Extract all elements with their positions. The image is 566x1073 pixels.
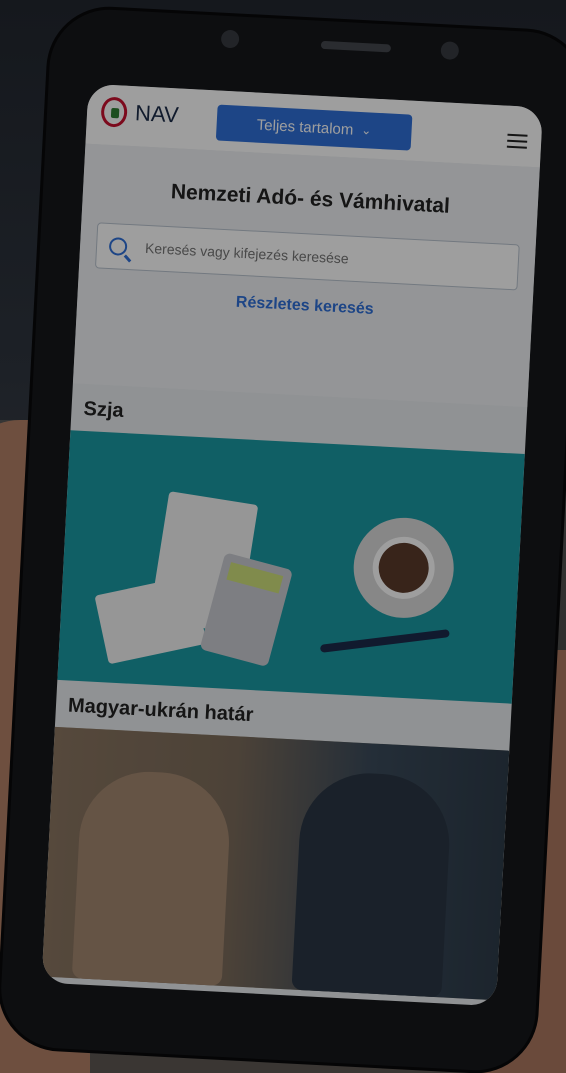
szja-card-image[interactable]	[57, 430, 525, 704]
logo-text: NAV	[134, 100, 180, 128]
border-card-image[interactable]	[41, 726, 510, 1001]
chevron-down-icon: ⌄	[360, 123, 372, 138]
search-icon[interactable]	[108, 237, 128, 256]
smartphone: NAV Teljes tartalom ⌄ Nemzeti Adó- és Vá…	[0, 6, 566, 1073]
nav-logo-icon	[100, 96, 128, 128]
nav-logo[interactable]: NAV	[100, 96, 179, 130]
pen-icon	[319, 629, 450, 653]
border-photo	[41, 726, 510, 1001]
tax-illustration	[57, 430, 524, 703]
front-camera-icon	[220, 29, 240, 49]
sensor-icon	[440, 41, 460, 61]
full-content-button[interactable]: Teljes tartalom ⌄	[215, 104, 413, 151]
officer-figure	[291, 769, 453, 998]
search-input[interactable]	[142, 238, 519, 277]
traveler-figure	[71, 768, 233, 986]
coffee-cup-icon	[351, 515, 457, 621]
search-box[interactable]	[94, 222, 520, 291]
advanced-search-link[interactable]: Részletes keresés	[77, 285, 532, 327]
hamburger-menu-icon[interactable]	[506, 130, 528, 153]
hero-search: Nemzeti Adó- és Vámhivatal Részletes ker…	[72, 143, 540, 408]
speaker-grille	[320, 40, 392, 53]
photo-scene: NAV Teljes tartalom ⌄ Nemzeti Adó- és Vá…	[0, 0, 566, 1073]
full-content-label: Teljes tartalom	[256, 116, 354, 139]
phone-screen: NAV Teljes tartalom ⌄ Nemzeti Adó- és Vá…	[41, 83, 543, 1007]
